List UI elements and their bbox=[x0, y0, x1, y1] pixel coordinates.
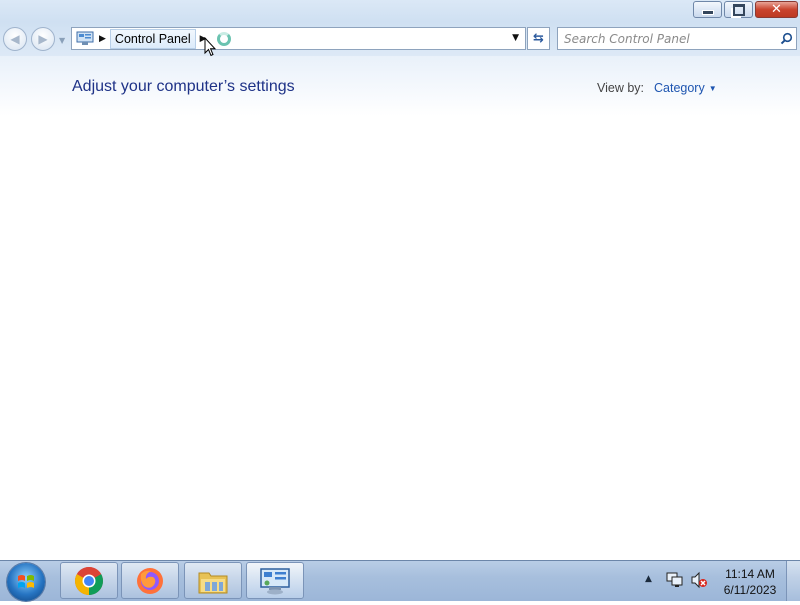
title-bar: ✕ bbox=[0, 0, 800, 22]
caption-buttons: ✕ bbox=[691, 1, 798, 20]
recent-pages-dropdown[interactable]: ▼ bbox=[59, 36, 65, 45]
close-button[interactable]: ✕ bbox=[755, 1, 798, 18]
minimize-button[interactable] bbox=[693, 1, 722, 18]
show-desktop-button[interactable] bbox=[786, 561, 800, 601]
breadcrumb-separator-icon[interactable]: ▶ bbox=[99, 34, 106, 44]
view-by-label: View by: bbox=[597, 81, 645, 95]
refresh-icon: ⇆ bbox=[533, 31, 544, 46]
firefox-icon bbox=[137, 567, 163, 594]
restore-button[interactable] bbox=[724, 1, 753, 18]
show-hidden-icons-arrow-icon[interactable]: ▲ bbox=[645, 574, 652, 584]
search-icon[interactable] bbox=[776, 29, 796, 49]
search-box[interactable] bbox=[557, 27, 797, 50]
clock-date: 6/11/2023 bbox=[723, 583, 777, 597]
forward-button[interactable]: ▶ bbox=[31, 27, 55, 51]
system-clock[interactable]: 11:14 AM 6/11/2023 bbox=[718, 566, 782, 598]
address-history-dropdown-icon[interactable]: ▼ bbox=[512, 33, 519, 43]
chevron-down-icon: ▼ bbox=[708, 83, 717, 93]
windows-logo-icon bbox=[18, 575, 34, 588]
close-icon: ✕ bbox=[771, 2, 782, 17]
address-bar[interactable]: ▶ Control Panel ▶ ▼ bbox=[71, 27, 526, 50]
taskbar: ▲ 11:14 AM 6/11/2023 bbox=[0, 560, 800, 601]
chrome-icon bbox=[75, 566, 103, 595]
clock-time: 11:14 AM bbox=[725, 567, 775, 581]
back-arrow-icon: ◀ bbox=[10, 32, 20, 46]
folder-icon bbox=[198, 572, 228, 593]
forward-arrow-icon: ▶ bbox=[38, 32, 48, 46]
view-by-dropdown[interactable]: Category ▼ bbox=[654, 81, 717, 95]
start-button[interactable] bbox=[7, 563, 45, 601]
page-title: Adjust your computer’s settings bbox=[72, 78, 295, 95]
volume-muted-icon[interactable] bbox=[690, 571, 708, 593]
navigation-bar: ◀ ▶ ▼ ▶ Control Panel ▶ ▼ ⇆ bbox=[0, 22, 800, 56]
network-icon[interactable] bbox=[666, 571, 684, 593]
restore-icon bbox=[732, 3, 745, 16]
search-input[interactable] bbox=[558, 28, 776, 49]
minimize-icon bbox=[701, 9, 714, 15]
back-button[interactable]: ◀ bbox=[3, 27, 27, 51]
taskbar-file-explorer[interactable] bbox=[184, 562, 242, 599]
mouse-cursor-icon bbox=[204, 36, 217, 61]
taskbar-firefox[interactable] bbox=[121, 562, 179, 599]
taskbar-chrome[interactable] bbox=[60, 562, 118, 599]
main-content: Adjust your computer’s settings View by:… bbox=[0, 56, 800, 560]
breadcrumb-control-panel[interactable]: Control Panel bbox=[109, 28, 196, 49]
loading-spinner-icon bbox=[216, 31, 231, 46]
control-panel-icon bbox=[260, 567, 290, 594]
refresh-button[interactable]: ⇆ bbox=[527, 27, 550, 50]
taskbar-control-panel[interactable] bbox=[246, 562, 304, 599]
control-panel-small-icon bbox=[75, 30, 95, 47]
view-by-value: Category bbox=[654, 81, 705, 95]
